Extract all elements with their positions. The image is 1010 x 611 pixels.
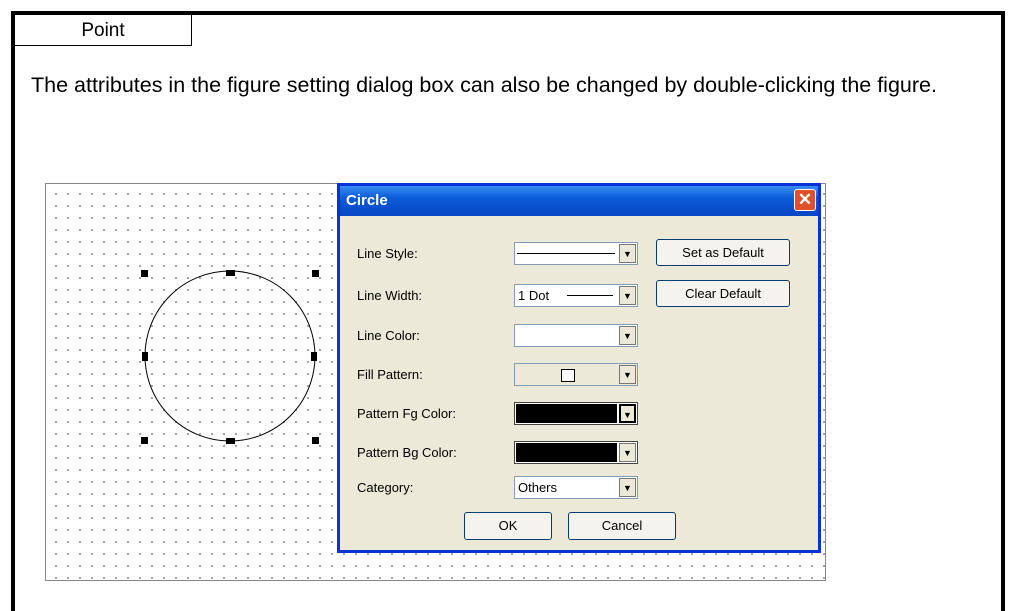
handle-top-left [141, 270, 148, 277]
pattern-bg-color-select[interactable]: ▼ [514, 441, 638, 464]
pattern-fg-color-dropdown-icon[interactable]: ▼ [619, 404, 636, 423]
line-style-preview [517, 243, 615, 254]
handle-bottom-left [141, 437, 148, 444]
pattern-fg-color-select[interactable]: ▼ [514, 402, 638, 425]
pattern-fg-color-label: Pattern Fg Color: [357, 406, 456, 421]
pattern-bg-color-dropdown-icon[interactable]: ▼ [619, 443, 636, 462]
circle-dialog: Circle ✕ Line Style: ▼ Line Width: 1 Dot… [337, 183, 821, 553]
line-width-label: Line Width: [357, 288, 423, 303]
handle-left [142, 352, 148, 361]
fill-pattern-label: Fill Pattern: [357, 367, 423, 382]
category-select[interactable]: Others ▼ [514, 476, 638, 499]
fill-pattern-dropdown-icon[interactable]: ▼ [619, 365, 636, 384]
cancel-button[interactable]: Cancel [568, 512, 676, 540]
fill-pattern-select[interactable]: ▼ [514, 363, 638, 386]
line-color-dropdown-icon[interactable]: ▼ [619, 326, 636, 345]
category-label: Category: [357, 480, 414, 495]
line-style-select[interactable]: ▼ [514, 242, 638, 265]
line-color-label: Line Color: [357, 328, 420, 343]
clear-default-button[interactable]: Clear Default [656, 280, 790, 307]
handle-right [311, 352, 317, 361]
handle-bottom-right [312, 437, 319, 444]
handle-top [226, 270, 235, 276]
dialog-title: Circle [346, 192, 388, 209]
line-width-dropdown-icon[interactable]: ▼ [619, 286, 636, 305]
line-style-label: Line Style: [357, 246, 418, 261]
line-width-value: 1 Dot [518, 288, 550, 303]
category-dropdown-icon[interactable]: ▼ [619, 478, 636, 497]
pattern-fg-color-swatch [516, 404, 617, 423]
line-style-dropdown-icon[interactable]: ▼ [619, 244, 636, 263]
set-as-default-button[interactable]: Set as Default [656, 239, 790, 266]
handle-top-right [312, 270, 319, 277]
line-color-select[interactable]: ▼ [514, 324, 638, 347]
ok-button[interactable]: OK [464, 512, 552, 540]
point-label: Point [15, 15, 192, 46]
fill-pattern-swatch-icon [561, 369, 575, 382]
category-value: Others [518, 480, 558, 495]
line-color-swatch [517, 327, 615, 344]
dialog-title-bar[interactable]: Circle ✕ [340, 186, 818, 216]
selection-handles [141, 270, 319, 444]
close-icon: ✕ [797, 190, 813, 209]
pattern-bg-color-swatch [516, 443, 617, 462]
pattern-bg-color-label: Pattern Bg Color: [357, 445, 457, 460]
line-width-preview [567, 295, 613, 296]
close-button[interactable]: ✕ [794, 189, 816, 211]
note-text: The attributes in the figure setting dia… [31, 73, 937, 97]
line-width-select[interactable]: 1 Dot ▼ [514, 284, 638, 307]
handle-bottom [226, 438, 235, 444]
